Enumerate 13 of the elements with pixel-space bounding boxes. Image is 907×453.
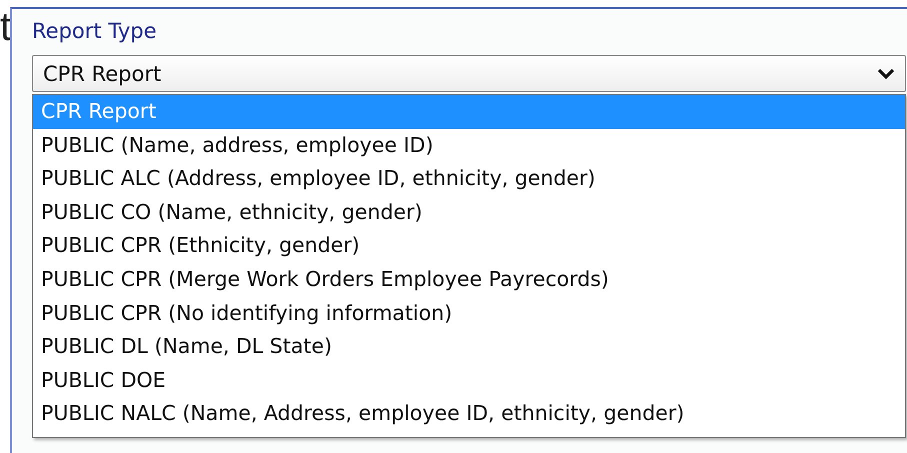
dropdown-option[interactable]: PUBLIC CPR (Merge Work Orders Employee Payrecords)	[33, 262, 905, 297]
dropdown-option[interactable]: PUBLIC NALC (Name, Address, employee ID, ethnicity, gender)	[33, 397, 905, 431]
background-text: t	[0, 4, 12, 50]
report-type-dropdown[interactable]: CPR Report	[32, 55, 906, 92]
chevron-down-icon	[877, 68, 895, 80]
dropdown-option[interactable]: PUBLIC (Name, address, employee ID)	[33, 128, 905, 162]
dropdown-option[interactable]: PUBLIC ALC (Address, employee ID, ethnicity, gender)	[33, 162, 905, 196]
dropdown-option[interactable]: PUBLIC CPR (Ethnicity, gender)	[33, 229, 905, 263]
dropdown-option[interactable]: PUBLIC DOE	[33, 364, 905, 398]
dropdown-option[interactable]: PUBLIC CPR (No identifying information)	[33, 296, 905, 330]
dropdown-option[interactable]: PUBLIC DL (Name, DL State)	[33, 330, 905, 364]
dropdown-option[interactable]: PUBLIC CO (Name, ethnicity, gender)	[33, 196, 905, 230]
field-label: Report Type	[32, 19, 158, 45]
